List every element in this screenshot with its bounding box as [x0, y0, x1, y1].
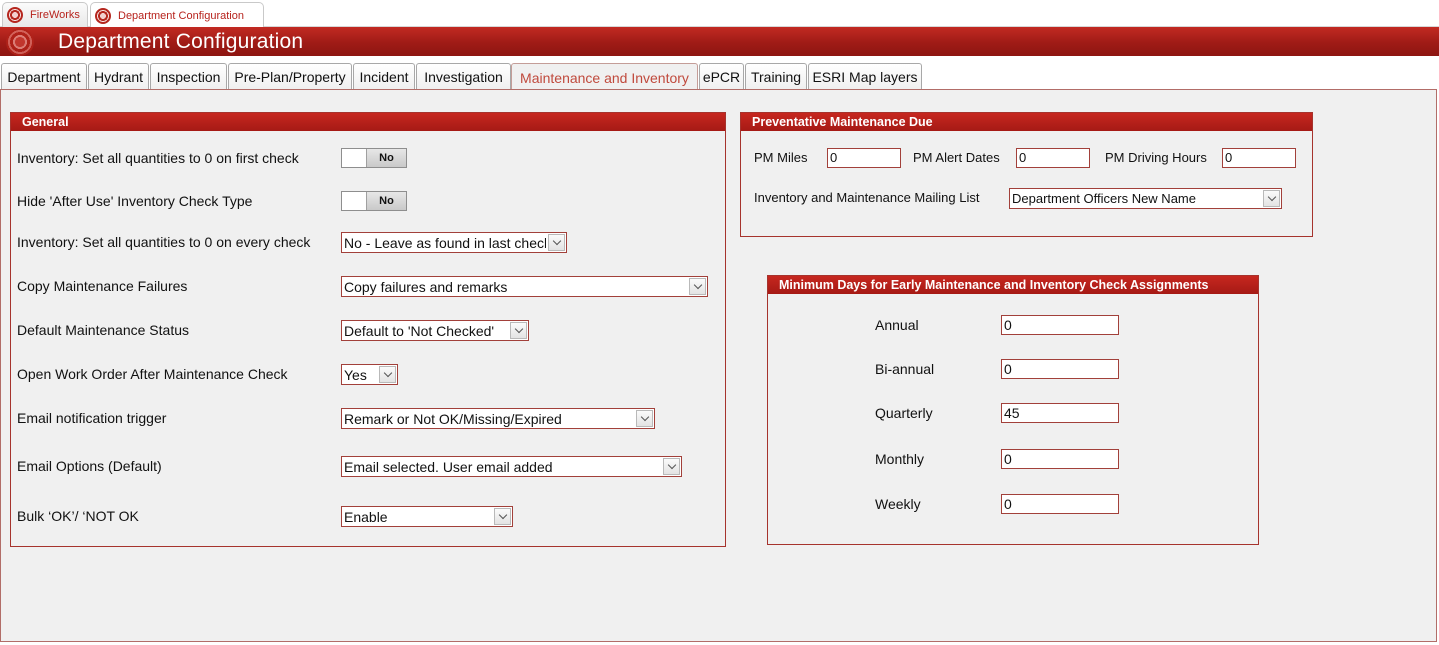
toggle-value: No: [366, 192, 406, 210]
quarterly-input[interactable]: 45: [1001, 403, 1119, 423]
email-trigger-label: Email notification trigger: [17, 410, 167, 426]
tab-inspection[interactable]: Inspection: [150, 63, 227, 90]
doc-tab-department-configuration[interactable]: Department Configuration: [90, 2, 264, 28]
dropdown-arrow-icon[interactable]: [379, 366, 396, 383]
biannual-label: Bi-annual: [875, 361, 935, 377]
department-logo-icon: [95, 7, 111, 24]
weekly-input[interactable]: 0: [1001, 494, 1119, 514]
select-value: Default to 'Not Checked': [344, 323, 495, 339]
page-title: Department Configuration: [58, 29, 304, 53]
copy-failures-label: Copy Maintenance Failures: [17, 278, 188, 294]
email-trigger-select[interactable]: Remark or Not OK/Missing/Expired: [341, 408, 655, 429]
doc-tab-fireworks[interactable]: FireWorks: [2, 2, 88, 27]
dropdown-arrow-icon[interactable]: [689, 278, 706, 295]
tab-incident[interactable]: Incident: [353, 63, 415, 90]
select-value: Enable: [344, 509, 388, 525]
dropdown-arrow-icon[interactable]: [494, 508, 511, 525]
email-options-select[interactable]: Email selected. User email added: [341, 456, 682, 477]
department-seal-icon: [6, 27, 34, 56]
pm-alert-dates-label: PM Alert Dates: [913, 150, 1000, 165]
annual-label: Annual: [875, 317, 919, 333]
dropdown-arrow-icon[interactable]: [510, 322, 527, 339]
bulk-ok-select[interactable]: Enable: [341, 506, 513, 527]
open-work-order-label: Open Work Order After Maintenance Check: [17, 366, 288, 382]
default-status-label: Default Maintenance Status: [17, 322, 189, 338]
pm-driving-hours-label: PM Driving Hours: [1105, 150, 1207, 165]
dropdown-arrow-icon[interactable]: [548, 234, 565, 251]
annual-input[interactable]: 0: [1001, 315, 1119, 335]
tab-hydrant[interactable]: Hydrant: [88, 63, 149, 90]
tab-pre-plan-property[interactable]: Pre-Plan/Property: [228, 63, 352, 90]
zero-every-check-label: Inventory: Set all quantities to 0 on ev…: [17, 234, 311, 250]
tab-investigation[interactable]: Investigation: [416, 63, 511, 90]
dropdown-arrow-icon[interactable]: [663, 458, 680, 475]
zero-first-check-label: Inventory: Set all quantities to 0 on fi…: [17, 150, 299, 166]
zero-every-check-select[interactable]: No - Leave as found in last check: [341, 232, 567, 253]
doc-tab-label: FireWorks: [30, 9, 80, 21]
copy-failures-select[interactable]: Copy failures and remarks: [341, 276, 708, 297]
zero-first-check-toggle[interactable]: No: [341, 148, 407, 168]
bulk-ok-label: Bulk ‘OK’/ ‘NOT OK: [17, 508, 139, 524]
tab-content-panel: General Inventory: Set all quantities to…: [0, 89, 1437, 642]
pm-miles-input[interactable]: 0: [827, 148, 901, 168]
form-tab-bar: Department Hydrant Inspection Pre-Plan/P…: [0, 56, 1439, 91]
tab-training[interactable]: Training: [745, 63, 807, 90]
dropdown-arrow-icon[interactable]: [636, 410, 653, 427]
weekly-label: Weekly: [875, 496, 921, 512]
tab-department[interactable]: Department: [1, 63, 87, 90]
general-section-title: General: [11, 113, 725, 131]
general-section: General Inventory: Set all quantities to…: [10, 112, 726, 547]
fireworks-logo-icon: [7, 7, 23, 23]
tab-esri-map-layers[interactable]: ESRI Map layers: [808, 63, 922, 90]
tab-maintenance-and-inventory[interactable]: Maintenance and Inventory: [511, 63, 698, 91]
monthly-input[interactable]: 0: [1001, 449, 1119, 469]
email-options-label: Email Options (Default): [17, 458, 162, 474]
select-value: Copy failures and remarks: [344, 279, 508, 295]
select-value: No - Leave as found in last check: [344, 235, 546, 251]
select-value: Email selected. User email added: [344, 459, 553, 475]
document-tab-bar: FireWorks Department Configuration: [0, 0, 1439, 28]
quarterly-label: Quarterly: [875, 405, 933, 421]
hide-after-use-label: Hide 'After Use' Inventory Check Type: [17, 193, 253, 209]
mailing-list-select[interactable]: Department Officers New Name: [1009, 188, 1282, 209]
select-value: Yes: [344, 367, 367, 383]
toggle-value: No: [366, 149, 406, 167]
minimum-days-section: Minimum Days for Early Maintenance and I…: [767, 275, 1259, 545]
select-value: Remark or Not OK/Missing/Expired: [344, 411, 562, 427]
default-status-select[interactable]: Default to 'Not Checked': [341, 320, 529, 341]
tab-epcr[interactable]: ePCR: [699, 63, 744, 90]
preventative-maintenance-title: Preventative Maintenance Due: [741, 113, 1312, 131]
minimum-days-title: Minimum Days for Early Maintenance and I…: [768, 276, 1258, 294]
doc-tab-label: Department Configuration: [118, 9, 244, 22]
mailing-list-label: Inventory and Maintenance Mailing List: [754, 190, 980, 205]
dropdown-arrow-icon[interactable]: [1263, 190, 1280, 207]
open-work-order-select[interactable]: Yes: [341, 364, 398, 385]
pm-driving-hours-input[interactable]: 0: [1222, 148, 1296, 168]
select-value: Department Officers New Name: [1012, 191, 1196, 206]
preventative-maintenance-section: Preventative Maintenance Due PM Miles 0 …: [740, 112, 1313, 237]
monthly-label: Monthly: [875, 451, 925, 467]
pm-alert-dates-input[interactable]: 0: [1016, 148, 1090, 168]
form-title-bar: Department Configuration: [0, 27, 1439, 56]
pm-miles-label: PM Miles: [754, 150, 808, 165]
biannual-input[interactable]: 0: [1001, 359, 1119, 379]
hide-after-use-toggle[interactable]: No: [341, 191, 407, 211]
